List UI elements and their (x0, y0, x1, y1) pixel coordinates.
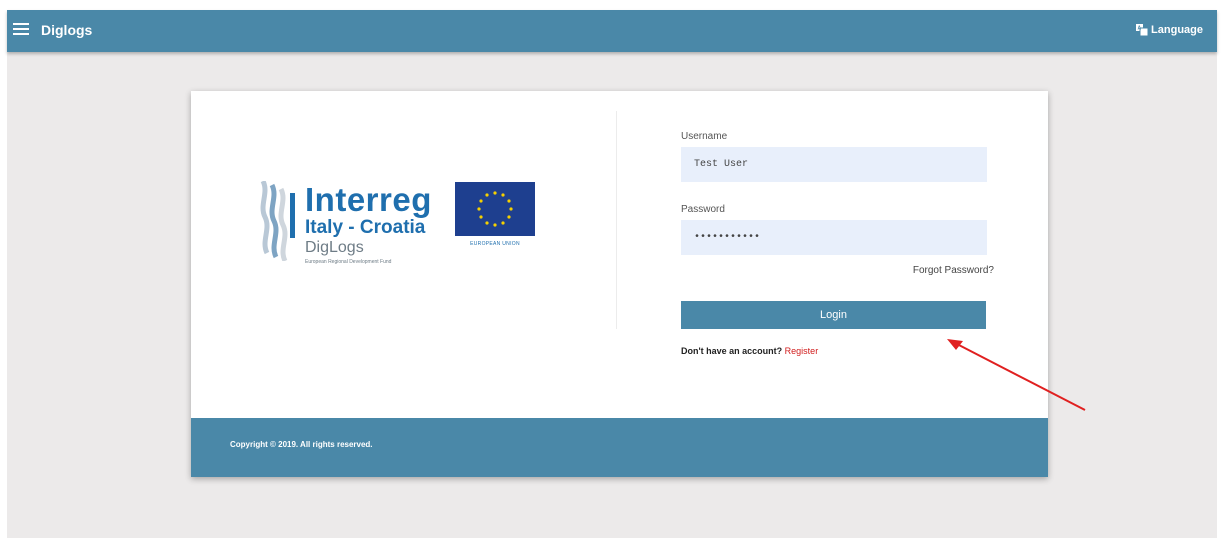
menu-icon[interactable] (13, 23, 29, 36)
interreg-waves-icon (260, 181, 295, 261)
login-card: Interreg Italy - Croatia DigLogs Europea… (191, 91, 1048, 477)
brand-fund: European Regional Development Fund (305, 259, 392, 265)
brand-title: Interreg (305, 181, 432, 218)
language-label: Language (1151, 24, 1203, 36)
vertical-divider (616, 111, 617, 329)
register-prompt: Don't have an account? Register (681, 346, 818, 356)
copyright-text: Copyright © 2019. All rights reserved. (230, 440, 373, 449)
eu-flag-icon (455, 182, 535, 236)
eu-label: EUROPEAN UNION (470, 241, 520, 247)
svg-text:A: A (1138, 26, 1142, 32)
top-navbar: Diglogs A Language (7, 10, 1217, 52)
username-input[interactable]: Test User (681, 147, 987, 182)
password-label: Password (681, 204, 725, 215)
login-button[interactable]: Login (681, 301, 986, 329)
register-link[interactable]: Register (785, 346, 819, 356)
language-icon: A (1136, 24, 1149, 36)
page-background: Diglogs A Language Interreg Italy - Croa… (7, 10, 1217, 538)
password-input[interactable]: ••••••••••• (681, 220, 987, 255)
app-title: Diglogs (41, 22, 93, 38)
annotation-arrow (947, 339, 1086, 411)
brand-project: DigLogs (305, 239, 364, 256)
forgot-password-link[interactable]: Forgot Password? (913, 265, 994, 276)
interreg-logo: Interreg Italy - Croatia DigLogs Europea… (257, 171, 537, 281)
language-selector[interactable]: A Language (1136, 24, 1203, 36)
card-footer: Copyright © 2019. All rights reserved. (191, 418, 1048, 477)
no-account-text: Don't have an account? (681, 346, 783, 356)
username-label: Username (681, 131, 728, 142)
brand-subtitle: Italy - Croatia (305, 217, 426, 238)
